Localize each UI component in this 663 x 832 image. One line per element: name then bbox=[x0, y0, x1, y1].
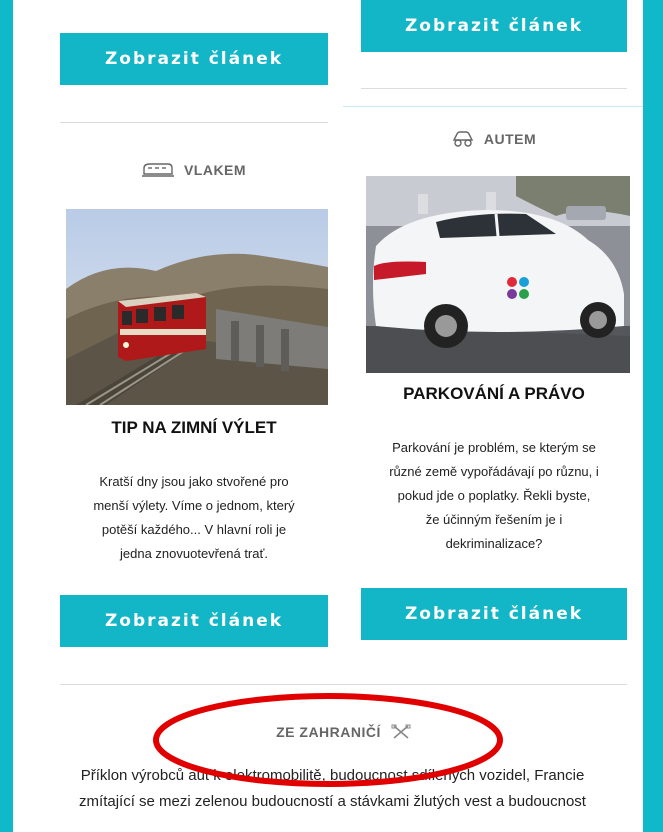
show-article-button-top-right[interactable]: Zobrazit článek bbox=[361, 0, 627, 52]
left-frame-border bbox=[0, 0, 13, 832]
description-line: menší výlety. Víme o jednom, který bbox=[93, 498, 295, 513]
train-photo[interactable] bbox=[66, 209, 328, 405]
show-article-button-top-left[interactable]: Zobrazit článek bbox=[60, 33, 328, 85]
article-title[interactable]: PARKOVÁNÍ A PRÁVO bbox=[361, 384, 627, 404]
show-article-button-right[interactable]: Zobrazit článek bbox=[361, 588, 627, 640]
annotation-circle bbox=[153, 693, 503, 787]
car-icon bbox=[452, 130, 474, 148]
category-train: VLAKEM bbox=[60, 162, 328, 178]
article-description: Parkování je problém, se kterým se různé… bbox=[366, 436, 622, 556]
show-article-button-left[interactable]: Zobrazit článek bbox=[60, 595, 328, 647]
description-line: pokud jde o poplatky. Řekli byste, bbox=[397, 488, 591, 503]
description-line: dekriminalizace? bbox=[445, 536, 543, 551]
text-line: zmítající se mezi zelenou budoucností a … bbox=[79, 793, 586, 810]
train-icon bbox=[141, 162, 174, 178]
description-line: Kratší dny jsou jako stvořené pro bbox=[99, 474, 289, 489]
right-frame-border bbox=[643, 0, 663, 832]
category-car: AUTEM bbox=[361, 130, 627, 148]
divider bbox=[343, 106, 643, 107]
divider bbox=[361, 88, 627, 89]
article-title[interactable]: TIP NA ZIMNÍ VÝLET bbox=[60, 418, 328, 438]
divider bbox=[60, 684, 627, 685]
description-line: různé země vypořádávají po různu, i bbox=[389, 464, 599, 479]
description-line: potěší každého... V hlavní roli je bbox=[101, 522, 287, 537]
category-label: AUTEM bbox=[483, 131, 537, 147]
article-description: Kratší dny jsou jako stvořené pro menší … bbox=[66, 470, 322, 566]
category-label: VLAKEM bbox=[183, 162, 247, 178]
car-photo[interactable] bbox=[366, 176, 630, 373]
description-line: jedna znovuotevřená trať. bbox=[120, 546, 268, 561]
description-line: že účinným řešením je i bbox=[425, 512, 563, 527]
description-line: Parkování je problém, se kterým se bbox=[392, 440, 596, 455]
divider bbox=[60, 122, 328, 123]
